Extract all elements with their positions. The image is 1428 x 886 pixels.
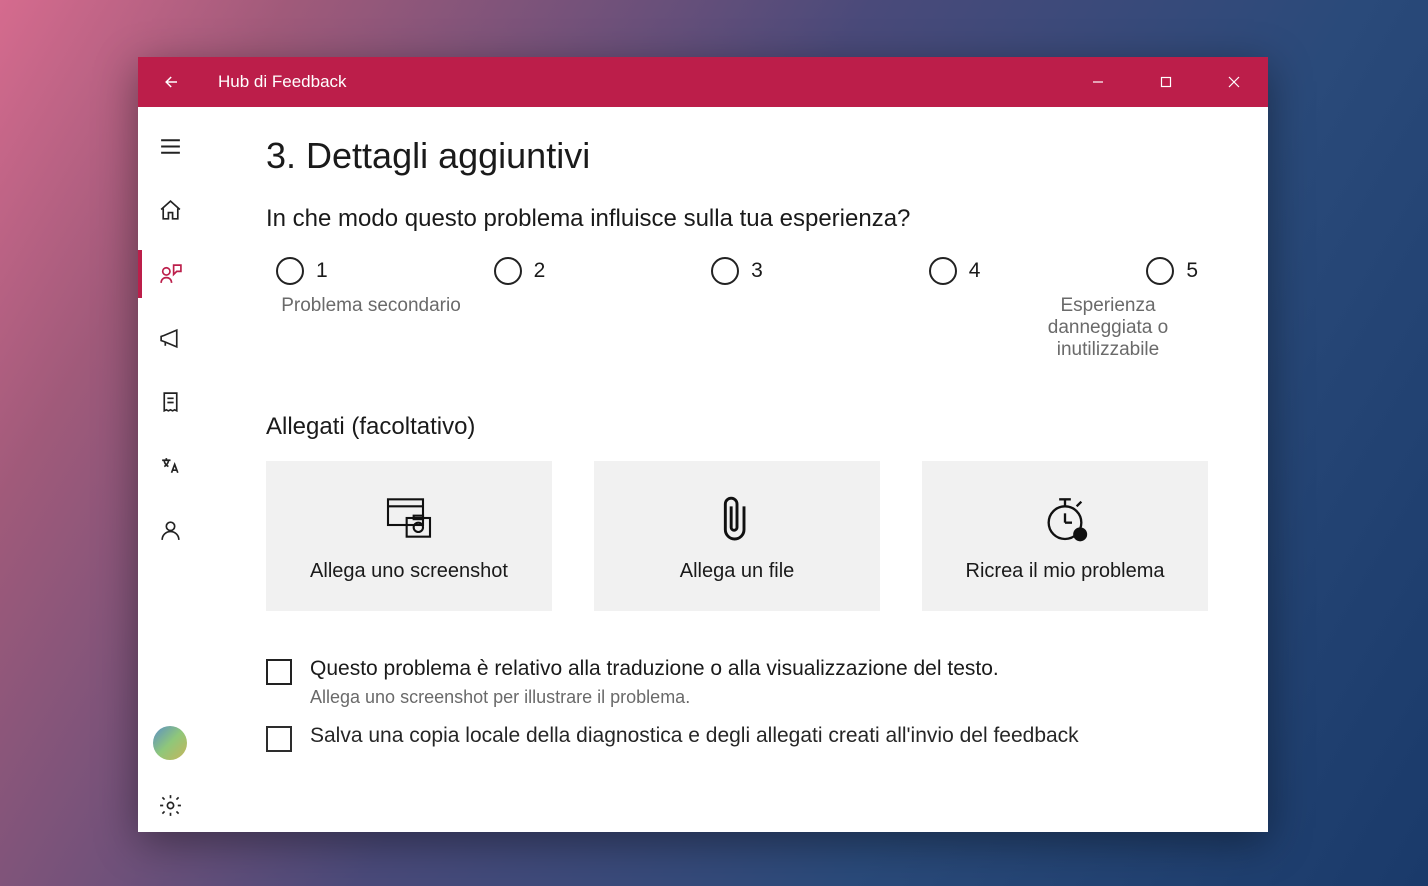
maximize-button[interactable] (1132, 57, 1200, 107)
main-content: 3. Dettagli aggiuntivi In che modo quest… (202, 107, 1268, 832)
attach-file-label: Allega un file (680, 560, 795, 583)
radio-icon (929, 257, 957, 285)
screenshot-icon (381, 490, 437, 546)
close-button[interactable] (1200, 57, 1268, 107)
checkbox-icon (266, 726, 292, 752)
sidebar-item-feedback[interactable] (138, 242, 202, 306)
back-button[interactable] (138, 57, 206, 107)
attachments-row: Allega uno screenshot Allega un file Ric… (266, 461, 1208, 611)
sidebar-item-home[interactable] (138, 178, 202, 242)
sidebar-item-translate[interactable] (138, 434, 202, 498)
rating-option-2[interactable]: 2 (494, 257, 546, 285)
translation-issue-hint: Allega uno screenshot per illustrare il … (310, 687, 999, 708)
translation-issue-checkbox-row[interactable]: Questo problema è relativo alla traduzio… (266, 657, 1208, 708)
save-local-copy-label: Salva una copia locale della diagnostica… (310, 724, 1079, 748)
sidebar-item-quests[interactable] (138, 370, 202, 434)
sidebar (138, 107, 202, 832)
recreate-problem-label: Ricrea il mio problema (966, 560, 1165, 583)
window-body: 3. Dettagli aggiuntivi In che modo quest… (138, 107, 1268, 832)
recreate-problem-button[interactable]: Ricrea il mio problema (922, 461, 1208, 611)
radio-icon (494, 257, 522, 285)
rating-option-5[interactable]: 5 (1146, 257, 1198, 285)
section-heading: 3. Dettagli aggiuntivi (266, 135, 1208, 177)
attach-screenshot-button[interactable]: Allega uno screenshot (266, 461, 552, 611)
rating-option-1[interactable]: 1 (276, 257, 328, 285)
rating-option-3[interactable]: 3 (711, 257, 763, 285)
rating-option-4[interactable]: 4 (929, 257, 981, 285)
rating-row: 1 2 3 4 5 (266, 257, 1208, 285)
window-title: Hub di Feedback (218, 72, 347, 92)
titlebar: Hub di Feedback (138, 57, 1268, 107)
feedback-hub-window: Hub di Feedback (138, 57, 1268, 832)
paperclip-icon (709, 490, 765, 546)
radio-icon (711, 257, 739, 285)
attach-file-button[interactable]: Allega un file (594, 461, 880, 611)
minimize-button[interactable] (1064, 57, 1132, 107)
window-controls (1064, 57, 1268, 107)
checkbox-icon (266, 659, 292, 685)
sidebar-item-announcements[interactable] (138, 306, 202, 370)
rating-label-high: Esperienza danneggiata o inutilizzabile (1008, 295, 1208, 361)
radio-icon (1146, 257, 1174, 285)
stopwatch-icon (1037, 490, 1093, 546)
impact-question: In che modo questo problema influisce su… (266, 205, 1208, 233)
user-avatar[interactable] (153, 726, 187, 760)
sidebar-item-profile[interactable] (138, 498, 202, 562)
translation-issue-label: Questo problema è relativo alla traduzio… (310, 657, 999, 681)
radio-icon (276, 257, 304, 285)
sidebar-item-settings[interactable] (138, 778, 202, 832)
attachments-heading: Allegati (facoltativo) (266, 413, 1208, 441)
attach-screenshot-label: Allega uno screenshot (310, 560, 508, 583)
rating-label-low: Problema secondario (266, 295, 476, 361)
save-local-copy-checkbox-row[interactable]: Salva una copia locale della diagnostica… (266, 724, 1208, 752)
hamburger-menu[interactable] (138, 114, 202, 178)
rating-labels: Problema secondario Esperienza danneggia… (266, 295, 1208, 361)
